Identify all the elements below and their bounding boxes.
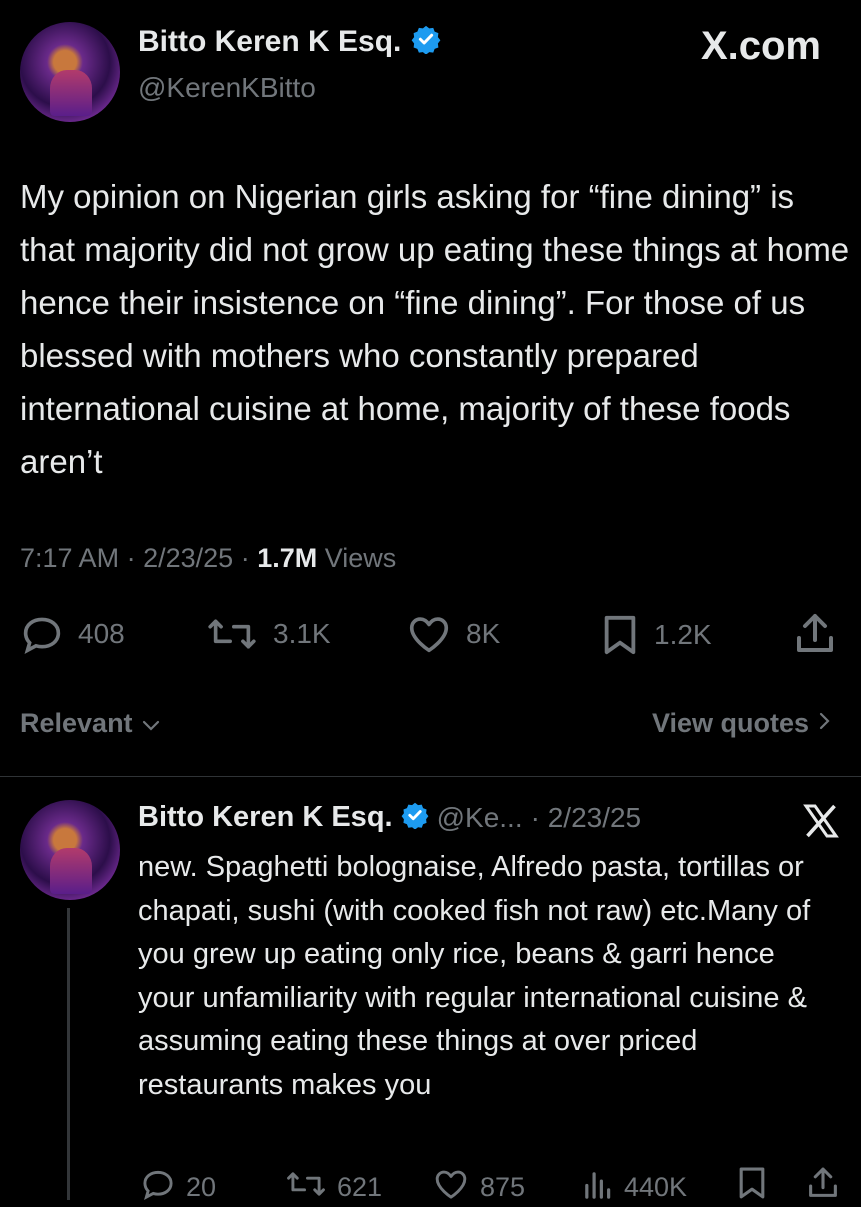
share-icon <box>793 614 837 660</box>
section-divider <box>0 776 861 777</box>
reply-author-name[interactable]: Bitto Keren K Esq. <box>138 801 393 834</box>
tweet-meta: 7:17 AM · 2/23/25 · 1.7M Views <box>20 543 397 573</box>
bookmark-icon <box>600 614 640 656</box>
reply-icon <box>20 614 64 654</box>
author-name[interactable]: Bitto Keren K Esq. <box>138 25 401 59</box>
chevron-right-icon <box>817 708 833 739</box>
reply-repost-button[interactable]: 621 <box>285 1168 382 1207</box>
view-quotes-label: View quotes <box>651 708 809 738</box>
sort-dropdown[interactable]: Relevant <box>20 708 161 739</box>
tweet-time[interactable]: 7:17 AM <box>20 543 119 573</box>
verified-badge-icon <box>401 801 429 834</box>
reply-text: new. Spaghetti bolognaise, Alfredo pasta… <box>138 851 811 1101</box>
like-icon <box>432 1168 470 1207</box>
reply-views-count: 440K <box>624 1172 688 1202</box>
reply-reply-button[interactable]: 20 <box>140 1168 216 1207</box>
like-button[interactable]: 8K <box>406 614 500 654</box>
site-brand: X.com <box>700 24 821 68</box>
bookmark-icon <box>736 1167 768 1204</box>
verified-badge-icon <box>411 24 441 59</box>
reply-like-count: 875 <box>480 1172 526 1202</box>
reply-date[interactable]: · 2/23/25 <box>531 802 642 834</box>
chevron-down-icon <box>141 708 161 739</box>
tweet-views-count: 1.7M <box>257 543 318 573</box>
repost-count: 3.1K <box>273 618 331 649</box>
repost-icon <box>205 614 259 654</box>
share-icon <box>806 1167 840 1204</box>
tweet-views-label: Views <box>324 543 397 573</box>
like-count: 8K <box>466 618 501 649</box>
like-icon <box>406 614 452 654</box>
reply-repost-count: 621 <box>337 1172 383 1202</box>
sort-label: Relevant <box>20 708 133 738</box>
reply-like-button[interactable]: 875 <box>432 1168 525 1207</box>
thread-line <box>67 908 70 1200</box>
reply-count: 408 <box>78 618 125 649</box>
repost-icon <box>285 1168 327 1207</box>
reply-author-handle[interactable]: @Ke... <box>437 802 523 834</box>
repost-button[interactable]: 3.1K <box>205 614 331 654</box>
reply-author-avatar[interactable] <box>20 800 120 900</box>
author-avatar[interactable] <box>20 22 120 122</box>
author-name-row: Bitto Keren K Esq. <box>138 24 441 59</box>
reply-bookmark-button[interactable] <box>736 1166 768 1205</box>
author-handle[interactable]: @KerenKBitto <box>138 72 316 104</box>
tweet-text: My opinion on Nigerian girls asking for … <box>20 178 850 480</box>
views-icon <box>580 1168 614 1207</box>
share-button[interactable] <box>793 612 837 661</box>
bookmark-count: 1.2K <box>654 619 712 650</box>
view-quotes-link[interactable]: View quotes <box>652 708 833 739</box>
reply-reply-count: 20 <box>186 1172 217 1202</box>
bookmark-button[interactable]: 1.2K <box>600 614 712 656</box>
reply-share-button[interactable] <box>806 1166 840 1205</box>
reply-button[interactable]: 408 <box>20 614 125 654</box>
x-logo-icon <box>803 804 839 843</box>
reply-icon <box>140 1168 176 1207</box>
reply-header: Bitto Keren K Esq. @Ke... · 2/23/25 <box>138 801 641 834</box>
reply-views-button[interactable]: 440K <box>580 1168 687 1207</box>
tweet-date[interactable]: 2/23/25 <box>143 543 233 573</box>
